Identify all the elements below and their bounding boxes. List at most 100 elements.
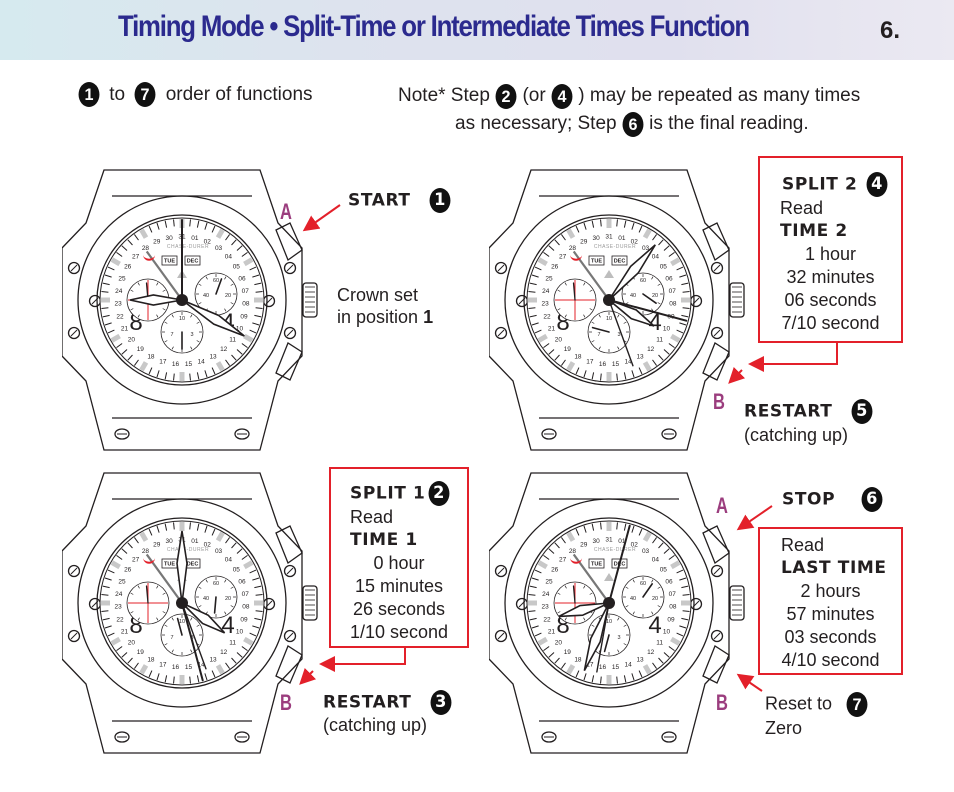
subdial-label: 40 — [203, 596, 209, 602]
note-line2-prefix: as necessary; Step — [455, 113, 617, 135]
minutes-value: 32 minutes — [786, 267, 875, 287]
catching-up-note: (catching up) — [323, 715, 428, 735]
date-numeral: 26 — [551, 264, 559, 271]
seconds-value: 26 seconds — [352, 599, 446, 619]
date-numeral: 12 — [220, 649, 228, 656]
screw-slot — [497, 264, 505, 272]
date-numeral: 14 — [198, 359, 206, 366]
date-numeral: 21 — [548, 326, 556, 333]
brand-logo: CHASE-DURER — [594, 244, 636, 250]
date-numeral: 11 — [229, 337, 236, 344]
date-numeral: 10 — [663, 629, 671, 636]
date-numeral: 15 — [185, 361, 193, 368]
date-numeral: 16 — [172, 664, 180, 671]
date-numeral: 30 — [592, 235, 600, 242]
tenths-value: 1/10 second — [349, 622, 449, 642]
step-badge: 1 — [429, 188, 451, 213]
date-numeral: 14 — [625, 662, 633, 669]
restart5-label: RESTART 5 — [744, 399, 873, 424]
note-line-2: as necessary; Step 6 is the final readin… — [398, 110, 860, 138]
note-line2-suffix: is the final reading. — [649, 113, 809, 135]
date-numeral: 01 — [618, 235, 626, 242]
date-numeral: 19 — [137, 649, 145, 656]
date-numeral: 23 — [541, 301, 549, 308]
step-badge: 6 — [622, 111, 644, 137]
screw-slot — [713, 567, 721, 575]
split1-readout-box: SPLIT 12 Read TIME 1 0 hour 15 minutes 2… — [329, 467, 469, 648]
date-numeral: 04 — [225, 253, 233, 260]
date-numeral: 23 — [114, 604, 122, 611]
day-text: TUE — [164, 259, 175, 265]
date-numeral: 28 — [569, 548, 577, 555]
date-numeral: 06 — [238, 275, 246, 282]
date-numeral: 22 — [116, 617, 124, 624]
day-text: TUE — [591, 562, 602, 568]
subdial-label: 3 — [190, 332, 193, 338]
date-numeral: 09 — [240, 617, 248, 624]
pusher-b-label: B — [280, 690, 292, 715]
date-numeral: 24 — [115, 591, 123, 598]
date-numeral: 26 — [124, 264, 132, 271]
date-numeral: 23 — [114, 301, 122, 308]
date-numeral: 03 — [642, 548, 650, 555]
date-numeral: 06 — [665, 578, 673, 585]
screw-slot — [286, 264, 294, 272]
pusher-b — [702, 645, 730, 684]
brand-logo: CHASE-DURER — [167, 547, 209, 553]
date-numeral: 17 — [159, 359, 167, 366]
date-numeral: 29 — [153, 542, 161, 549]
reset-line1: Reset to 7 — [765, 692, 868, 717]
date-numeral: 07 — [669, 288, 677, 295]
subdial-label: 20 — [225, 596, 231, 602]
date-numeral: 26 — [124, 567, 132, 574]
subdial-label: 7 — [170, 332, 173, 338]
center-pin — [176, 597, 188, 609]
screw-slot — [497, 567, 505, 575]
subdial-label: 20 — [652, 596, 658, 602]
stop-text: STOP — [782, 489, 836, 510]
date-numeral: 04 — [652, 556, 660, 563]
read-text: Read — [350, 507, 394, 527]
pusher-b — [275, 645, 303, 684]
date-numeral: 30 — [592, 538, 600, 545]
split2-text: SPLIT 2 — [782, 174, 858, 195]
date-numeral: 01 — [191, 235, 199, 242]
step-badge: 1 — [78, 82, 100, 107]
date-numeral: 13 — [636, 656, 644, 663]
date-numeral: 27 — [559, 253, 567, 260]
date-numeral: 05 — [660, 567, 668, 574]
date-numeral: 12 — [220, 346, 228, 353]
month-text: DEC — [187, 562, 199, 568]
date-numeral: 17 — [159, 662, 167, 669]
hours-value: 2 hours — [800, 581, 861, 601]
tenths-value: 4/10 second — [781, 650, 880, 670]
date-numeral: 12 — [647, 346, 655, 353]
date-numeral: 29 — [580, 542, 588, 549]
date-numeral: 20 — [128, 640, 136, 647]
screw-slot — [497, 329, 505, 337]
screw-slot — [70, 264, 78, 272]
crown-position: 1 — [423, 307, 434, 327]
date-numeral: 19 — [564, 346, 572, 353]
center-pin — [176, 294, 188, 306]
date-numeral: 19 — [137, 346, 145, 353]
reset-note: Reset to 7 Zero — [765, 692, 868, 739]
date-numeral: 31 — [605, 537, 613, 544]
pusher-a — [702, 525, 730, 565]
center-pin — [603, 294, 615, 306]
seconds-value: 06 seconds — [784, 290, 877, 310]
date-numeral: 27 — [132, 556, 140, 563]
pusher-a — [275, 222, 303, 262]
date-numeral: 24 — [542, 288, 550, 295]
subdial-label: 7 — [170, 635, 173, 641]
split2-readout-box: SPLIT 2 4 Read TIME 2 1 hour 32 minutes … — [758, 156, 903, 343]
date-numeral: 10 — [236, 629, 244, 636]
time-label: LAST TIME — [781, 558, 887, 578]
date-numeral: 16 — [599, 361, 607, 368]
last-time-readout-box: Read LAST TIME 2 hours 57 minutes 03 sec… — [758, 527, 903, 675]
catching-up-note: (catching up) — [744, 425, 849, 445]
pusher-a — [275, 525, 303, 565]
date-numeral: 17 — [586, 359, 594, 366]
center-pin — [603, 597, 615, 609]
date-numeral: 05 — [233, 567, 241, 574]
